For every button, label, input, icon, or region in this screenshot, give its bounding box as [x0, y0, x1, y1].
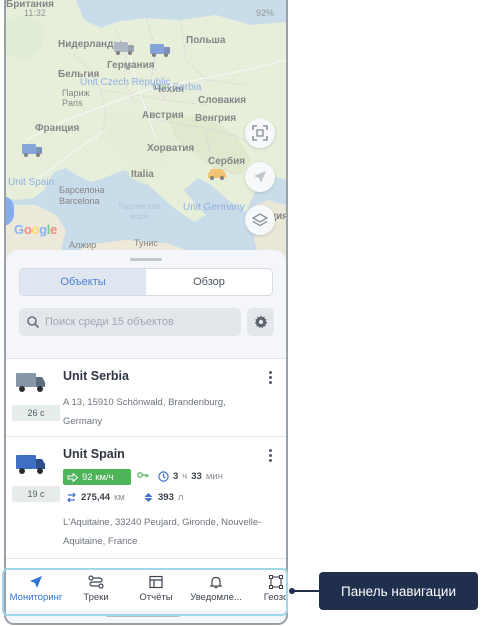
speed-value: 92 км/ч [82, 471, 114, 483]
search-icon [27, 316, 39, 328]
phone-screen: 11:32 92% Британия Нидерланды Польша Гер… [4, 0, 288, 625]
list-item[interactable]: 26 с Unit Serbia A 13, 15910 Schönwald, … [6, 358, 286, 436]
last-update-badge: 19 с [12, 486, 60, 502]
sheet-drag-handle[interactable] [130, 258, 162, 261]
mileage-icon [67, 492, 76, 503]
more-menu-icon[interactable] [268, 449, 272, 462]
speed-badge: 92 км/ч [63, 469, 131, 485]
navigation-panel-callout: Панель навигации [319, 572, 478, 610]
truck-thumbnail-icon [16, 373, 45, 392]
clock-icon [158, 471, 169, 482]
duration-hours-unit: ч [182, 471, 188, 482]
fuel-indicator: 393 л [143, 492, 183, 503]
last-update-badge: 26 с [12, 405, 60, 421]
fuel-icon [144, 493, 153, 502]
map-view[interactable]: 11:32 92% Британия Нидерланды Польша Гер… [6, 0, 286, 262]
tab-objects[interactable]: Объекты [20, 269, 146, 295]
ignition-indicator [137, 471, 149, 479]
duration-minutes-unit: мин [205, 471, 223, 482]
duration-hours: 3 [173, 471, 179, 482]
gear-icon [254, 315, 267, 329]
callout-connector [294, 590, 320, 592]
fuel-unit: л [177, 492, 184, 503]
unit-name: Unit Spain [63, 447, 125, 461]
navigation-highlight-frame [2, 568, 288, 616]
unit-name: Unit Serbia [63, 369, 129, 383]
key-icon [137, 472, 149, 478]
map-dim-overlay [6, 0, 286, 262]
list-item[interactable]: 19 с Unit Spain 92 км/ч 3 ч 33 мин 275,4… [6, 436, 286, 558]
mileage-value: 275,44 [81, 492, 111, 503]
fuel-value: 393 [158, 492, 174, 503]
unit-address: A 13, 15910 Schönwald, Brandenburg, Germ… [63, 397, 226, 427]
search-box[interactable] [19, 308, 241, 336]
mileage-indicator: 275,44 км [66, 492, 125, 503]
speed-arrow-icon [67, 472, 78, 482]
mileage-unit: км [114, 492, 125, 503]
more-menu-icon[interactable] [268, 371, 272, 384]
list-settings-button[interactable] [247, 308, 274, 336]
search-input[interactable] [45, 316, 225, 328]
segmented-tabs: Объекты Обзор [19, 268, 273, 296]
unit-address: L'Aquitaine, 33240 Peujard, Gironde, Nou… [63, 517, 262, 547]
duration-minutes: 33 [191, 471, 202, 482]
units-list: 26 с Unit Serbia A 13, 15910 Schönwald, … [6, 358, 286, 578]
trip-duration: 3 ч 33 мин [158, 471, 223, 482]
truck-thumbnail-icon [16, 455, 45, 474]
tab-overview[interactable]: Обзор [146, 269, 272, 295]
